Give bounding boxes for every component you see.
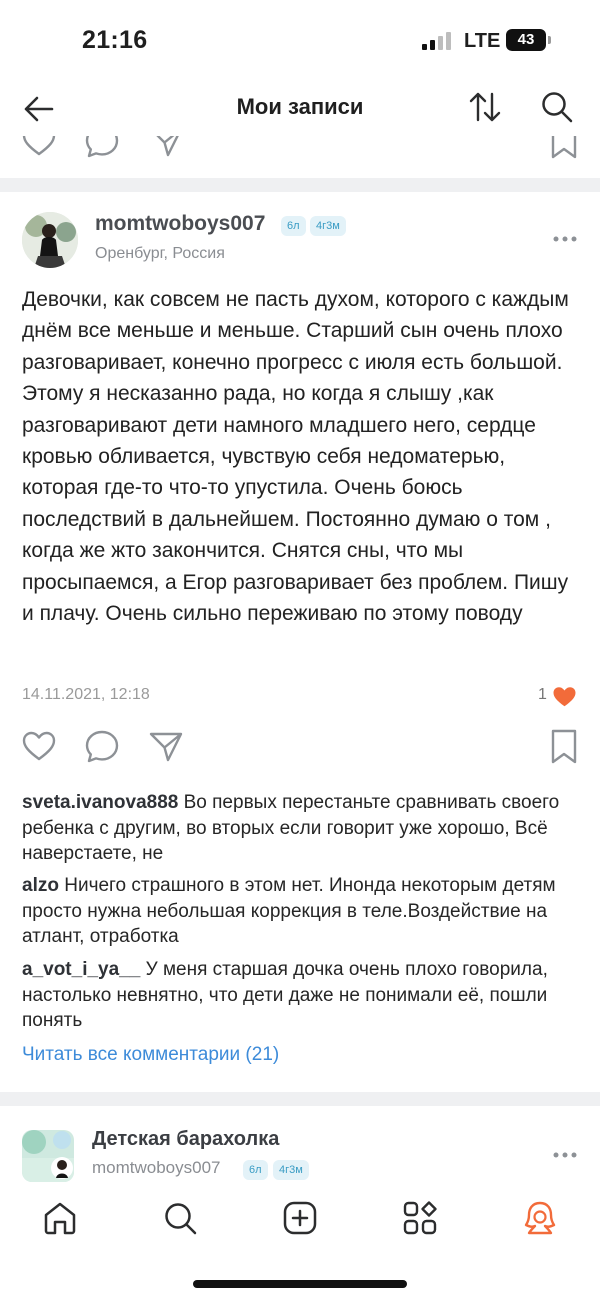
post-author[interactable]: momtwoboys007 <box>92 1158 221 1178</box>
comment[interactable]: a_vot_i_ya__ У меня старшая дочка очень … <box>22 957 578 1034</box>
more-options-icon[interactable] <box>552 1150 578 1160</box>
post-date: 14.11.2021, 12:18 <box>22 686 150 703</box>
comment-author[interactable]: sveta.ivanova888 <box>22 792 178 813</box>
search-icon[interactable] <box>540 90 574 124</box>
comment-icon[interactable] <box>84 136 120 160</box>
post-divider <box>0 178 600 192</box>
header: Мои записи <box>0 80 600 136</box>
previous-post-actions <box>0 136 600 176</box>
read-all-comments-link[interactable]: Читать все комментарии (21) <box>22 1044 279 1066</box>
tab-bar <box>0 1190 600 1250</box>
post-location: Оренбург, Россия <box>95 245 225 262</box>
sort-icon[interactable] <box>468 90 502 124</box>
comment-icon[interactable] <box>84 729 120 765</box>
more-options-icon[interactable] <box>552 234 578 244</box>
search-icon[interactable] <box>162 1200 198 1236</box>
share-icon[interactable] <box>148 729 184 765</box>
network-label: LTE <box>464 30 501 52</box>
post-divider <box>0 1092 600 1106</box>
comment-text: Ничего страшного в этом нет. Инонда неко… <box>22 875 556 947</box>
like-icon[interactable] <box>22 730 56 764</box>
comment[interactable]: alzo Ничего страшного в этом нет. Инонда… <box>22 873 578 950</box>
services-icon[interactable] <box>402 1200 438 1236</box>
post-text: Девочки, как совсем не пасть духом, кото… <box>22 288 569 626</box>
add-post-icon[interactable] <box>282 1200 318 1236</box>
age-badge: 4г3м <box>273 1160 309 1180</box>
status-time: 21:16 <box>82 26 148 54</box>
bookmark-icon[interactable] <box>550 729 578 765</box>
age-badge: 6л <box>281 216 306 236</box>
profile-icon[interactable] <box>522 1200 558 1236</box>
post-author[interactable]: momtwoboys007 <box>95 212 265 236</box>
bookmark-icon[interactable] <box>550 136 578 160</box>
avatar[interactable] <box>22 212 78 268</box>
comment[interactable]: sveta.ivanova888 Во первых перестаньте с… <box>22 790 578 867</box>
group-title[interactable]: Детская барахолка <box>92 1128 279 1151</box>
comment-author[interactable]: alzo <box>22 875 59 896</box>
home-indicator <box>193 1280 407 1288</box>
battery-icon: 43 <box>506 29 546 51</box>
share-icon[interactable] <box>148 136 184 160</box>
like-count: 1 <box>538 686 547 703</box>
like-icon[interactable] <box>22 136 56 160</box>
home-icon[interactable] <box>42 1200 78 1236</box>
heart-filled-icon[interactable] <box>552 685 577 707</box>
comment-author[interactable]: a_vot_i_ya__ <box>22 959 140 980</box>
signal-icon <box>422 32 454 50</box>
post-actions <box>0 728 600 772</box>
status-bar: 21:16 LTE 43 <box>0 0 600 80</box>
group-avatar[interactable] <box>22 1130 74 1182</box>
page-title: Мои записи <box>236 94 364 119</box>
battery-tip <box>548 36 551 44</box>
age-badge: 4г3м <box>310 216 346 236</box>
age-badge: 6л <box>243 1160 268 1180</box>
